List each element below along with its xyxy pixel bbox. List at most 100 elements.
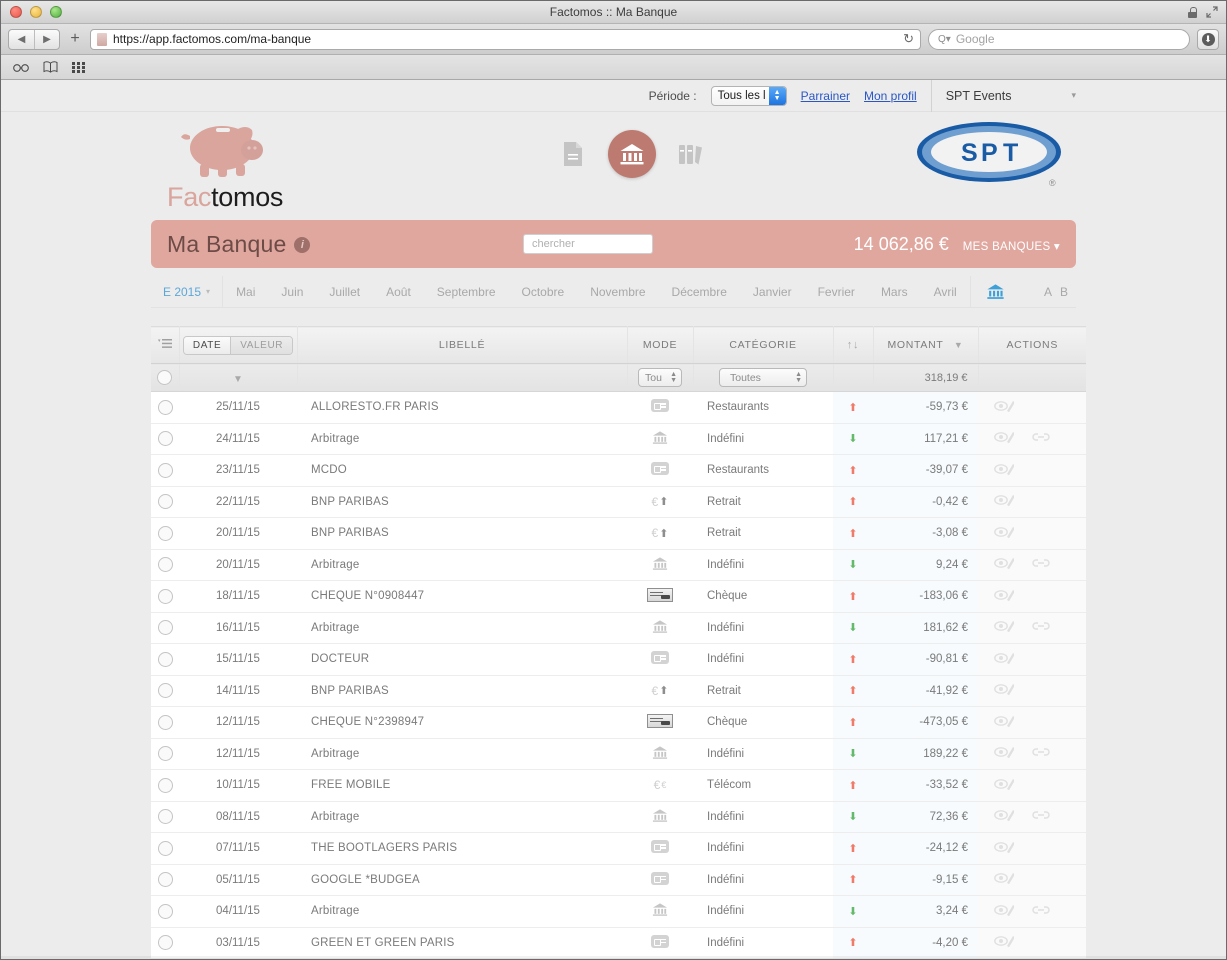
cell-categorie[interactable]: Retrait [693,486,833,518]
periode-select[interactable]: Tous les l ▲ ▼ [710,85,787,106]
row-checkbox[interactable] [157,903,173,919]
view-edit-icon[interactable] [994,556,1015,573]
row-checkbox[interactable] [157,557,173,573]
month-tab-novembre[interactable]: Novembre [577,276,658,307]
header-filter[interactable] [151,326,180,364]
view-edit-icon[interactable] [994,840,1015,857]
month-tab-mai[interactable]: Mai [223,276,268,307]
header-mode[interactable]: MODE [627,326,694,364]
reload-icon[interactable]: ↻ [903,31,914,47]
row-checkbox-cell[interactable] [151,864,179,896]
cell-categorie[interactable]: Indéfini [693,832,833,865]
view-edit-icon[interactable] [994,777,1015,794]
cell-categorie[interactable]: Restaurants [693,454,833,487]
mes-banques-dropdown[interactable]: MES BANQUES ▾ [963,239,1060,253]
table-row[interactable]: 05/11/15 GOOGLE *BUDGEA Indéfini ⬆ -9,15 € [151,864,1086,896]
cell-categorie[interactable]: Indéfini [693,864,833,896]
row-checkbox-cell[interactable] [151,801,179,833]
book-icon[interactable] [43,61,58,73]
row-checkbox[interactable] [157,462,173,478]
cell-categorie[interactable]: Télécom [693,769,833,802]
toggle-b[interactable]: B [1060,285,1068,299]
table-row[interactable]: 22/11/15 BNP PARIBAS € ⬆ Retrait ⬆ -0,42 € [151,486,1086,518]
date-sort-cell[interactable]: ▼ [179,363,298,392]
document-icon[interactable] [556,137,590,171]
select-all-checkbox[interactable] [157,370,173,385]
table-row[interactable]: 08/11/15 Arbitrage Indéfini ⬇ 72,36 € [151,801,1086,833]
forward-button[interactable]: ▶ [34,29,59,49]
categorie-filter-cell[interactable]: Toutes ▲ ▼ [693,363,834,392]
table-row[interactable]: 23/11/15 MCDO Restaurants ⬆ -39,07 € [151,454,1086,487]
toggle-a[interactable]: A [1044,285,1052,299]
row-checkbox-cell[interactable] [151,675,179,707]
row-checkbox-cell[interactable] [151,738,179,770]
month-tab-decembre[interactable]: Décembre [659,276,740,307]
table-row[interactable]: 24/11/15 Arbitrage Indéfini ⬇ 117,21 € [151,423,1086,455]
parrainer-link[interactable]: Parrainer [801,89,850,103]
link-icon[interactable] [1032,431,1050,446]
month-tab-octobre[interactable]: Octobre [509,276,578,307]
header-libelle[interactable]: LIBELLÉ [297,326,628,364]
glasses-icon[interactable] [13,62,29,73]
row-checkbox[interactable] [157,872,173,888]
view-edit-icon[interactable] [994,682,1015,699]
row-checkbox[interactable] [157,620,173,636]
mode-filter-select[interactable]: Tou ▲ ▼ [638,368,682,388]
link-icon[interactable] [1032,746,1050,761]
select-all-cell[interactable] [151,363,180,392]
cell-categorie[interactable]: Indéfini [693,927,833,959]
factomos-logo[interactable]: Factomos [159,120,289,213]
view-edit-icon[interactable] [994,619,1015,636]
view-edit-icon[interactable] [994,808,1015,825]
grid-icon[interactable] [72,61,85,73]
account-dropdown[interactable]: SPT Events ▾ [930,80,1076,112]
cell-categorie[interactable]: Indéfini [693,895,833,928]
row-checkbox-cell[interactable] [151,486,179,518]
month-tab-janvier[interactable]: Janvier [740,276,805,307]
row-checkbox[interactable] [157,777,173,793]
browser-search-field[interactable]: Q▾ Google [928,28,1190,50]
cell-categorie[interactable]: Retrait [693,517,833,550]
view-edit-icon[interactable] [994,745,1015,762]
cell-categorie[interactable]: Indéfini [693,801,833,833]
row-checkbox[interactable] [157,840,173,856]
cell-categorie[interactable]: Indéfini [693,612,833,644]
table-row[interactable]: 03/11/15 GREEN ET GREEN PARIS Indéfini ⬆ -4,… [151,927,1086,959]
table-row[interactable]: 25/11/15 ALLORESTO.FR PARIS Restaurants ⬆ -5… [151,391,1086,424]
mon-profil-link[interactable]: Mon profil [864,89,917,103]
fullscreen-icon[interactable] [1206,6,1218,18]
row-checkbox[interactable] [157,746,173,762]
cell-categorie[interactable]: Chèque [693,580,833,613]
month-tab-juillet[interactable]: Juillet [316,276,373,307]
link-icon[interactable] [1032,809,1050,824]
view-edit-icon[interactable] [994,934,1015,951]
table-row[interactable]: 20/11/15 Arbitrage Indéfini ⬇ 9,24 € [151,549,1086,581]
tab-date[interactable]: DATE [183,336,232,354]
month-tab-aout[interactable]: Août [373,276,424,307]
link-icon[interactable] [1032,620,1050,635]
row-checkbox[interactable] [157,525,173,541]
cell-categorie[interactable]: Indéfini [693,643,833,676]
row-checkbox-cell[interactable] [151,580,179,613]
row-checkbox[interactable] [157,399,173,415]
row-checkbox[interactable] [157,651,173,667]
view-edit-icon[interactable] [994,430,1015,447]
month-tab-septembre[interactable]: Septembre [424,276,509,307]
new-tab-button[interactable]: + [67,31,83,47]
year-selector[interactable]: E 2015 ▾ [151,276,224,307]
search-input[interactable]: chercher [523,234,653,254]
table-row[interactable]: 18/11/15 CHEQUE N°0908447 Chèque ⬆ -183,06 € [151,580,1086,613]
month-tab-fevrier[interactable]: Fevrier [805,276,868,307]
row-checkbox[interactable] [157,431,173,447]
categorie-filter-select[interactable]: Toutes ▲ ▼ [719,368,807,388]
link-icon[interactable] [1032,557,1050,572]
bank-icon[interactable] [608,130,656,178]
info-icon[interactable]: i [294,237,311,254]
cell-categorie[interactable]: Indéfini [693,423,833,455]
row-checkbox-cell[interactable] [151,549,179,581]
header-date-valeur[interactable]: DATE VALEUR [179,326,298,364]
row-checkbox[interactable] [157,494,173,510]
view-edit-icon[interactable] [994,714,1015,731]
table-row[interactable]: 07/11/15 THE BOOTLAGERS PARIS Indéfini ⬆ -24… [151,832,1086,865]
header-direction-arrows[interactable]: ↑↓ [833,326,874,364]
